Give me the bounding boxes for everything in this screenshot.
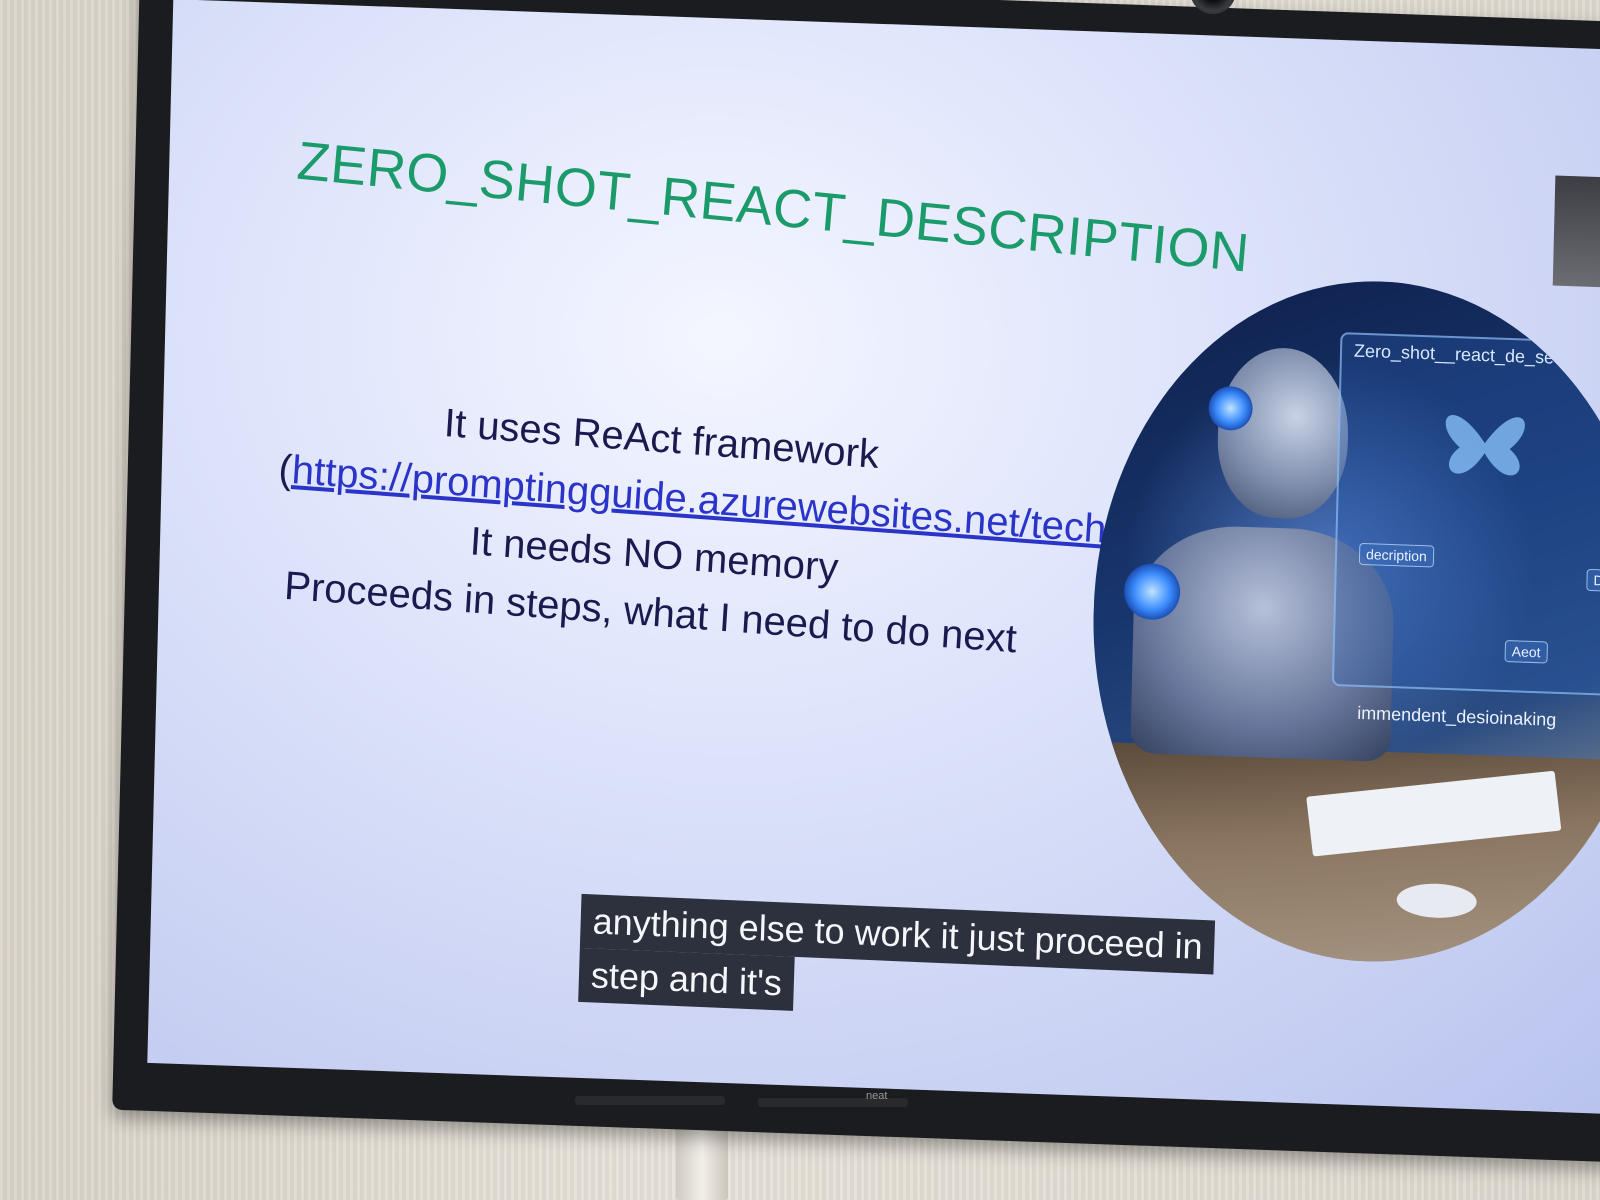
- hologram-label-d: Decc: [1586, 568, 1600, 593]
- camera-bar: [180, 0, 1600, 55]
- caption-line-2: step and it's: [578, 947, 795, 1011]
- butterfly-icon: [1445, 415, 1525, 476]
- hologram-label-a: decription: [1358, 542, 1435, 568]
- robot-illustration: Zero_shot__react_de_se decription Aeot D…: [1085, 271, 1600, 972]
- webcam-icon: [1190, 0, 1236, 14]
- hologram-label-b: Aeot: [1504, 640, 1548, 664]
- hologram-title: Zero_shot__react_de_se: [1353, 340, 1555, 368]
- slide-title: ZERO_SHOT_REACT_DESCRIPTION: [294, 130, 1252, 284]
- tv-display: ZERO_SHOT_REACT_DESCRIPTION It uses ReAc…: [112, 0, 1600, 1163]
- video-thumbnail: [1552, 175, 1600, 289]
- slide-body: It uses ReAct framework (https://prompti…: [269, 387, 1338, 674]
- hologram-panel: Zero_shot__react_de_se decription Aeot D…: [1331, 332, 1600, 697]
- tv-foot-left: [575, 1096, 725, 1105]
- robot-head: [1215, 345, 1351, 521]
- presentation-screen: ZERO_SHOT_REACT_DESCRIPTION It uses ReAc…: [147, 0, 1600, 1114]
- tv-brand-logo: neat: [866, 1090, 888, 1102]
